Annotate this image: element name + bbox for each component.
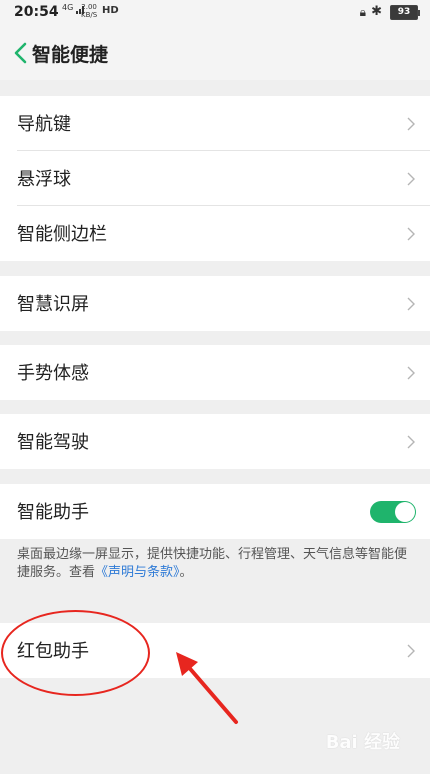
list-item-label: 智慧识屏: [17, 294, 89, 315]
back-arrow-icon[interactable]: [12, 42, 32, 64]
list-item-floating-ball[interactable]: 悬浮球: [0, 151, 430, 206]
settings-group-assistant: 智能助手: [0, 484, 430, 539]
chevron-right-icon: [407, 227, 415, 241]
settings-group-gestures: 手势体感: [0, 345, 430, 400]
status-time: 20:54: [14, 4, 59, 20]
battery-icon: 93: [390, 5, 420, 20]
chevron-right-icon: [407, 172, 415, 186]
chevron-right-icon: [407, 366, 415, 380]
chevron-right-icon: [407, 435, 415, 449]
network-type: 4G: [62, 3, 74, 12]
page-title: 智能便捷: [32, 44, 109, 66]
list-item-label: 智能助手: [17, 502, 89, 523]
list-item-label: 导航键: [17, 114, 71, 135]
status-icons: 🔒︎ ✱ 93: [338, 4, 420, 22]
bluetooth-icon: ✱: [371, 4, 382, 19]
chevron-right-icon: [407, 644, 415, 658]
battery-nub: [418, 10, 420, 16]
annotation-arrow: [176, 652, 238, 724]
status-bar: 20:54 4G 2.00 KB/S HD 🔒︎ ✱ 93: [0, 0, 430, 26]
assistant-description: 桌面最边缘一屏显示，提供快捷功能、行程管理、天气信息等智能便捷服务。查看《声明与…: [17, 546, 417, 582]
smart-assistant-toggle[interactable]: [370, 501, 416, 523]
list-item-navigation-keys[interactable]: 导航键: [0, 96, 430, 151]
terms-link[interactable]: 《声明与条款》: [95, 565, 180, 580]
app-header: 智能便捷: [0, 26, 430, 80]
list-item-smart-driving[interactable]: 智能驾驶: [0, 414, 430, 469]
list-item-label: 悬浮球: [17, 169, 71, 190]
list-item-label: 手势体感: [17, 363, 89, 384]
list-item-smart-assistant: 智能助手: [0, 484, 430, 539]
watermark-logo: Bai 经验: [325, 732, 400, 753]
annotation-circle: [1, 610, 150, 696]
settings-group-navigation: 导航键 悬浮球 智能侧边栏: [0, 96, 430, 261]
speed-value: 2.00: [81, 3, 97, 11]
settings-group-driving: 智能驾驶: [0, 414, 430, 469]
hd-icon: HD: [102, 5, 119, 16]
chevron-right-icon: [407, 297, 415, 311]
list-item-smart-screen-recognition[interactable]: 智慧识屏: [0, 276, 430, 331]
list-item-gesture-motion[interactable]: 手势体感: [0, 345, 430, 400]
list-item-label: 智能驾驶: [17, 432, 89, 453]
battery-level: 93: [397, 7, 411, 17]
network-speed: 2.00 KB/S: [81, 3, 97, 19]
speed-unit: KB/S: [81, 11, 98, 19]
lock-rotation-icon: 🔒︎: [359, 5, 366, 19]
assistant-description-text: 桌面最边缘一屏显示，提供快捷功能、行程管理、天气信息等智能便捷服务。查看: [17, 547, 408, 580]
list-item-label: 智能侧边栏: [17, 224, 107, 245]
list-item-smart-sidebar[interactable]: 智能侧边栏: [0, 206, 430, 261]
settings-group-screen-recognition: 智慧识屏: [0, 276, 430, 331]
toggle-knob: [395, 502, 415, 522]
assistant-description-end: 。: [179, 565, 193, 580]
chevron-right-icon: [407, 117, 415, 131]
